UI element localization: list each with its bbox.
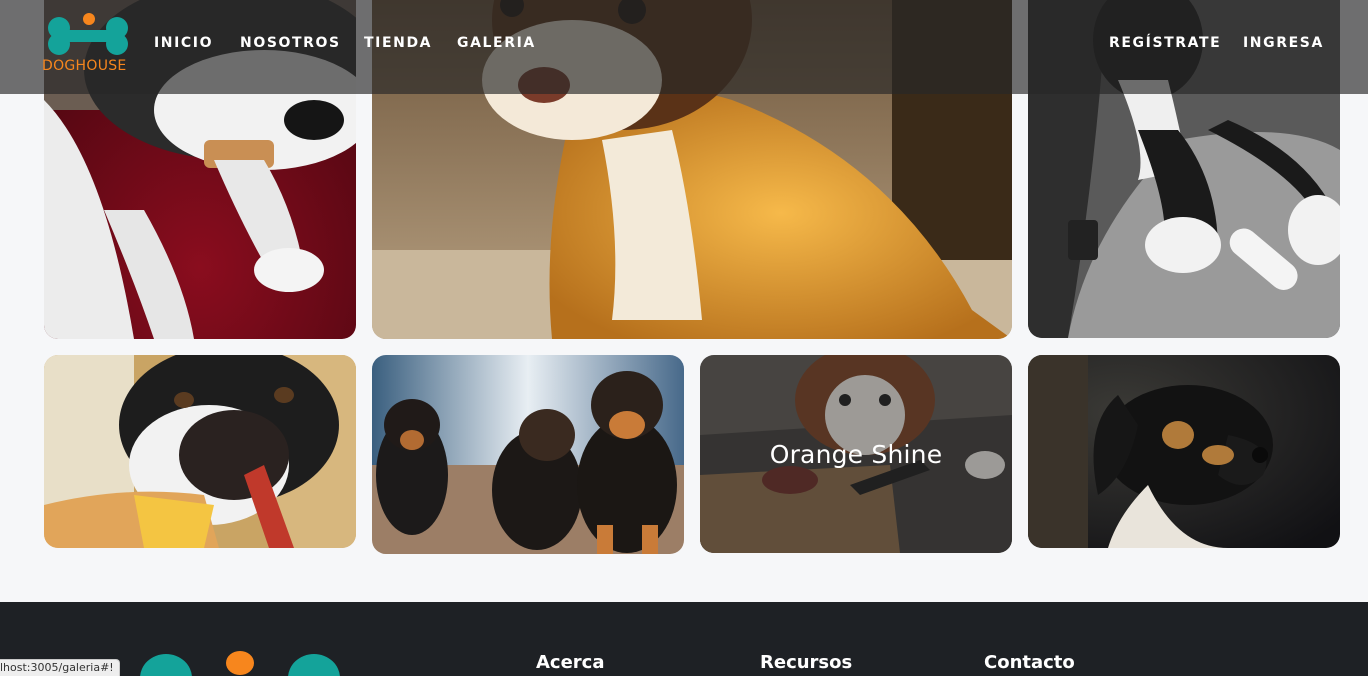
gallery-photo-profile[interactable] bbox=[1028, 355, 1340, 548]
profile-dog-image bbox=[1028, 355, 1340, 548]
nav-link-tienda[interactable]: TIENDA bbox=[364, 35, 432, 51]
puppies-image bbox=[372, 355, 684, 554]
nav-link-nosotros[interactable]: NOSOTROS bbox=[240, 35, 341, 51]
bone-logo-icon bbox=[48, 13, 128, 55]
gallery-photo-orange-shine[interactable]: Orange Shine bbox=[700, 355, 1012, 553]
brand-name: DOGHOUSE bbox=[42, 58, 127, 74]
nav-link-galeria[interactable]: GALERIA bbox=[457, 35, 536, 51]
gallery-photo-puppies[interactable] bbox=[372, 355, 684, 554]
login-link[interactable]: INGRESA bbox=[1243, 35, 1324, 51]
brand-logo[interactable]: DOGHOUSE bbox=[42, 12, 134, 78]
top-navbar: DOGHOUSE INICIO NOSOTROS TIENDA GALERIA … bbox=[0, 0, 1368, 94]
photo-title: Orange Shine bbox=[769, 439, 943, 469]
browser-status-url: lhost:3005/galeria#! bbox=[0, 659, 120, 676]
nose-image bbox=[44, 355, 356, 548]
photo-hover-overlay: Orange Shine bbox=[700, 355, 1012, 553]
site-footer: Acerca Recursos Contacto bbox=[0, 602, 1368, 676]
footer-bone-logo-icon bbox=[140, 651, 340, 676]
register-link[interactable]: REGÍSTRATE bbox=[1109, 35, 1221, 51]
gallery-photo-nose[interactable] bbox=[44, 355, 356, 548]
footer-heading-acerca: Acerca bbox=[536, 652, 605, 673]
footer-heading-recursos: Recursos bbox=[760, 652, 853, 673]
nav-link-inicio[interactable]: INICIO bbox=[154, 35, 213, 51]
footer-heading-contacto: Contacto bbox=[984, 652, 1075, 673]
